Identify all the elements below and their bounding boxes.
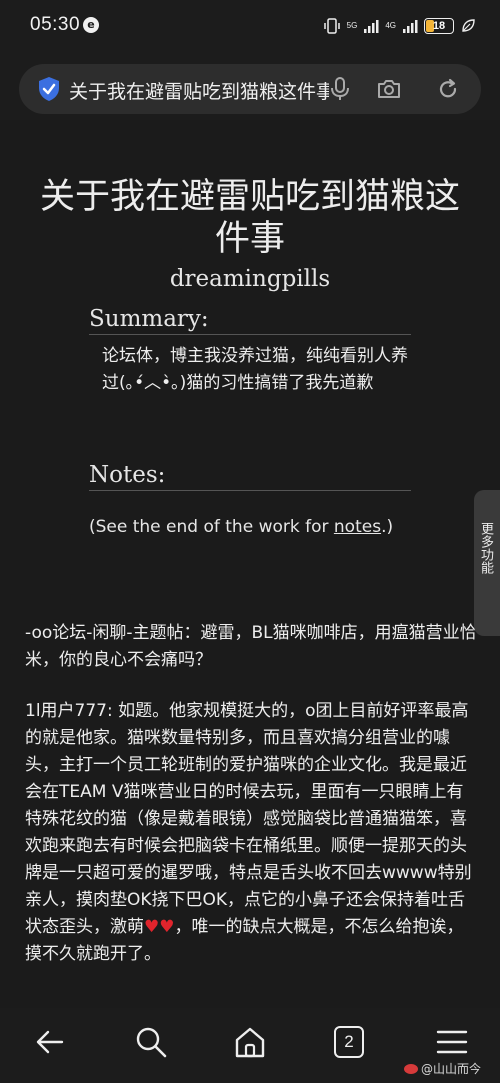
tabs-button[interactable]: 2 [334, 1026, 364, 1058]
vibrate-icon [323, 18, 340, 34]
leaf-icon [462, 19, 475, 32]
status-time: 05:30 [30, 14, 81, 35]
signal-icon [364, 20, 379, 33]
page-content[interactable]: 关于我在避雷贴吃到猫粮这件事 dreamingpills Summary: 论坛… [0, 120, 500, 1008]
battery-icon: 18 [424, 18, 454, 34]
tabs-count: 2 [344, 1032, 354, 1051]
summary-heading: Summary: [89, 306, 411, 335]
back-icon[interactable] [32, 1024, 68, 1060]
weibo-logo-icon [404, 1064, 418, 1074]
search-icon[interactable] [133, 1024, 169, 1060]
address-bar[interactable]: 关于我在避雷贴吃到猫粮这件事 [19, 64, 481, 114]
more-functions-label: 更多功能 [478, 522, 493, 574]
shield-check-icon [39, 77, 59, 101]
battery-level: 18 [432, 20, 446, 32]
more-functions-tab[interactable]: 更多功能 [474, 490, 500, 636]
network-4g-label: 4G [385, 21, 396, 30]
network-5g-label: 5G [346, 21, 358, 30]
app-notification-icon: e [83, 17, 99, 33]
notes-link[interactable]: notes [334, 517, 381, 537]
status-icons: 5G 4G 18 [323, 16, 476, 36]
home-icon[interactable] [232, 1024, 268, 1060]
reload-icon[interactable] [435, 76, 461, 102]
heart-emoji: ♥♥ [144, 917, 175, 937]
status-bar: 05:30 e 5G 4G 18 [0, 0, 500, 56]
work-title: 关于我在避雷贴吃到猫粮这件事 [40, 177, 461, 259]
address-bar-title[interactable]: 关于我在避雷贴吃到猫粮这件事 [69, 77, 329, 104]
menu-icon[interactable] [434, 1024, 470, 1060]
author-link[interactable]: dreamingpills [0, 266, 500, 292]
watermark: @山山而今 [404, 1060, 481, 1077]
notes-heading: Notes: [89, 462, 411, 491]
microphone-icon[interactable] [327, 76, 353, 102]
notes-text: (See the end of the work for notes.) [89, 517, 394, 537]
body-paragraph-1: -oo论坛-闲聊-主题帖：避雷，BL猫咪咖啡店，用瘟猫营业恰米，你的良心不会痛吗… [25, 623, 477, 670]
body-paragraph-2: 1l用户777: 如题。他家规模挺大的，o团上目前好评率最高的就是他家。猫咪数量… [25, 701, 472, 964]
browser-toolbar: 关于我在避雷贴吃到猫粮这件事 [0, 56, 500, 120]
camera-icon[interactable] [376, 76, 402, 102]
summary-text: 论坛体，博主我没养过猫，纯纯看别人养过(｡•́︿•̀｡)猫的习性搞错了我先道歉 [102, 346, 408, 393]
signal-icon-2 [403, 20, 418, 33]
